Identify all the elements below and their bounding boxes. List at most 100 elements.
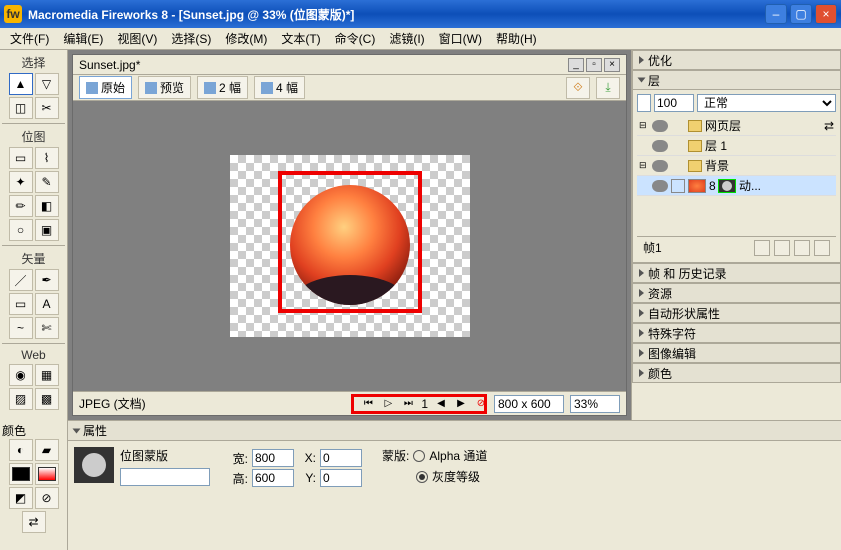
object-name-input[interactable] [120, 468, 210, 486]
doc-close-button[interactable]: × [604, 58, 620, 72]
layer-lock-toggle[interactable] [637, 94, 651, 112]
blend-mode-select[interactable]: 正常 [697, 94, 836, 112]
export-wizard-button[interactable]: ⟐ [566, 77, 590, 99]
minimize-button[interactable]: – [765, 4, 787, 24]
rect-tool[interactable]: ▭ [9, 293, 33, 315]
stamp-tool[interactable]: ▣ [35, 219, 59, 241]
crop-tool[interactable]: ✂ [35, 97, 59, 119]
wand-tool[interactable]: ✦ [9, 171, 33, 193]
document-area: Sunset.jpg* _ ▫ × 原始 预览 2 幅 4 幅 ⟐ ⤓ [68, 50, 631, 420]
layer-row-web[interactable]: ⊟ 网页层 ⇄ [637, 116, 836, 136]
pen-tool[interactable]: ✒ [35, 269, 59, 291]
view-original-button[interactable]: 原始 [79, 76, 132, 99]
doc-minimize-button[interactable]: _ [568, 58, 584, 72]
link-icon[interactable] [671, 179, 685, 193]
panel-specialchars[interactable]: 特殊字符 [632, 323, 841, 343]
layer-row-bg[interactable]: ⊟ 背景 [637, 156, 836, 176]
close-button[interactable]: × [815, 4, 837, 24]
mask-alpha-radio[interactable] [413, 450, 425, 462]
menu-select[interactable]: 选择(S) [165, 28, 217, 49]
frame-label[interactable]: 帧1 [643, 239, 662, 256]
doc-restore-button[interactable]: ▫ [586, 58, 602, 72]
fill-color[interactable] [35, 463, 59, 485]
document-toolbar: 原始 预览 2 幅 4 幅 ⟐ ⤓ [73, 75, 626, 101]
tool-section-vector: 矢量 [2, 248, 65, 269]
menu-modify[interactable]: 修改(M) [219, 28, 273, 49]
layer-row-1[interactable]: 层 1 [637, 136, 836, 156]
line-tool[interactable]: ／ [9, 269, 33, 291]
visibility-icon[interactable] [652, 120, 668, 132]
subselect-tool[interactable]: ▽ [35, 73, 59, 95]
knife-tool[interactable]: ✄ [35, 317, 59, 339]
menu-file[interactable]: 文件(F) [4, 28, 55, 49]
y-input[interactable] [320, 469, 362, 487]
zoom-value[interactable]: 33% [570, 395, 620, 413]
mask-label: 蒙版: [382, 447, 409, 464]
panel-optimize[interactable]: 优化 [632, 50, 841, 70]
width-input[interactable] [252, 449, 294, 467]
x-label: X: [298, 451, 316, 465]
panel-autoshape[interactable]: 自动形状属性 [632, 303, 841, 323]
properties-header[interactable]: 属性 [68, 421, 841, 441]
menu-command[interactable]: 命令(C) [329, 28, 382, 49]
menu-filter[interactable]: 滤镜(I) [383, 28, 430, 49]
panel-imageedit[interactable]: 图像编辑 [632, 343, 841, 363]
view-2up-button[interactable]: 2 幅 [197, 76, 248, 99]
format-label: JPEG (文档) [79, 395, 146, 412]
panel-assets[interactable]: 资源 [632, 283, 841, 303]
pointer-tool[interactable]: ▲ [9, 73, 33, 95]
delete-layer-button[interactable] [814, 240, 830, 256]
height-input[interactable] [252, 469, 294, 487]
layer-row-sublayer[interactable]: 8 动... [637, 176, 836, 196]
show-slice-tool[interactable]: ▩ [35, 388, 59, 410]
document-title-bar: Sunset.jpg* _ ▫ × [73, 55, 626, 75]
document-tab[interactable]: Sunset.jpg* [79, 58, 140, 72]
new-sublayer-button[interactable] [754, 240, 770, 256]
canvas-size-value[interactable]: 800 x 600 [494, 395, 564, 413]
app-logo: fw [4, 5, 22, 23]
mask-button[interactable] [774, 240, 790, 256]
lasso-tool[interactable]: ⌇ [35, 147, 59, 169]
menu-edit[interactable]: 编辑(E) [57, 28, 109, 49]
menu-view[interactable]: 视图(V) [111, 28, 163, 49]
eraser-tool[interactable]: ◧ [35, 195, 59, 217]
panel-layers[interactable]: 层 [632, 70, 841, 90]
x-input[interactable] [320, 449, 362, 467]
marquee-tool[interactable]: ▭ [9, 147, 33, 169]
visibility-icon[interactable] [652, 180, 668, 192]
text-tool[interactable]: A [35, 293, 59, 315]
freeform-tool[interactable]: ~ [9, 317, 33, 339]
eyedropper-tool[interactable]: ◐ [9, 439, 33, 461]
quick-export-button[interactable]: ⤓ [596, 77, 620, 99]
visibility-icon[interactable] [652, 140, 668, 152]
panel-frames-history[interactable]: 帧 和 历史记录 [632, 263, 841, 283]
menu-text[interactable]: 文本(T) [275, 28, 326, 49]
brush-tool[interactable]: ✎ [35, 171, 59, 193]
scale-tool[interactable]: ◫ [9, 97, 33, 119]
folder-icon [688, 140, 702, 152]
hotspot-tool[interactable]: ◉ [9, 364, 33, 386]
swap-colors-button[interactable]: ⇄ [22, 511, 46, 533]
new-layer-button[interactable] [794, 240, 810, 256]
panel-colors[interactable]: 颜色 [632, 363, 841, 383]
maximize-button[interactable]: ▢ [790, 4, 812, 24]
slice-tool[interactable]: ▦ [35, 364, 59, 386]
visibility-icon[interactable] [652, 160, 668, 172]
mask-gray-radio[interactable] [416, 471, 428, 483]
view-preview-button[interactable]: 预览 [138, 76, 191, 99]
hide-slice-tool[interactable]: ▨ [9, 388, 33, 410]
no-color-button[interactable]: ⊘ [35, 487, 59, 509]
opacity-input[interactable] [654, 94, 694, 112]
blur-tool[interactable]: ○ [9, 219, 33, 241]
canvas-viewport[interactable] [73, 101, 626, 391]
default-colors-button[interactable]: ◩ [9, 487, 33, 509]
stroke-color[interactable] [9, 463, 33, 485]
mask-thumb[interactable] [718, 179, 736, 193]
menu-help[interactable]: 帮助(H) [490, 28, 543, 49]
view-4up-button[interactable]: 4 幅 [254, 76, 305, 99]
pencil-tool[interactable]: ✏ [9, 195, 33, 217]
mask-link-icon[interactable]: 8 [709, 179, 715, 193]
side-panels: 优化 层 正常 ⊟ 网页层 ⇄ 层 1 ⊟ 背景 [631, 50, 841, 420]
bucket-tool[interactable]: ▰ [35, 439, 59, 461]
menu-window[interactable]: 窗口(W) [433, 28, 488, 49]
